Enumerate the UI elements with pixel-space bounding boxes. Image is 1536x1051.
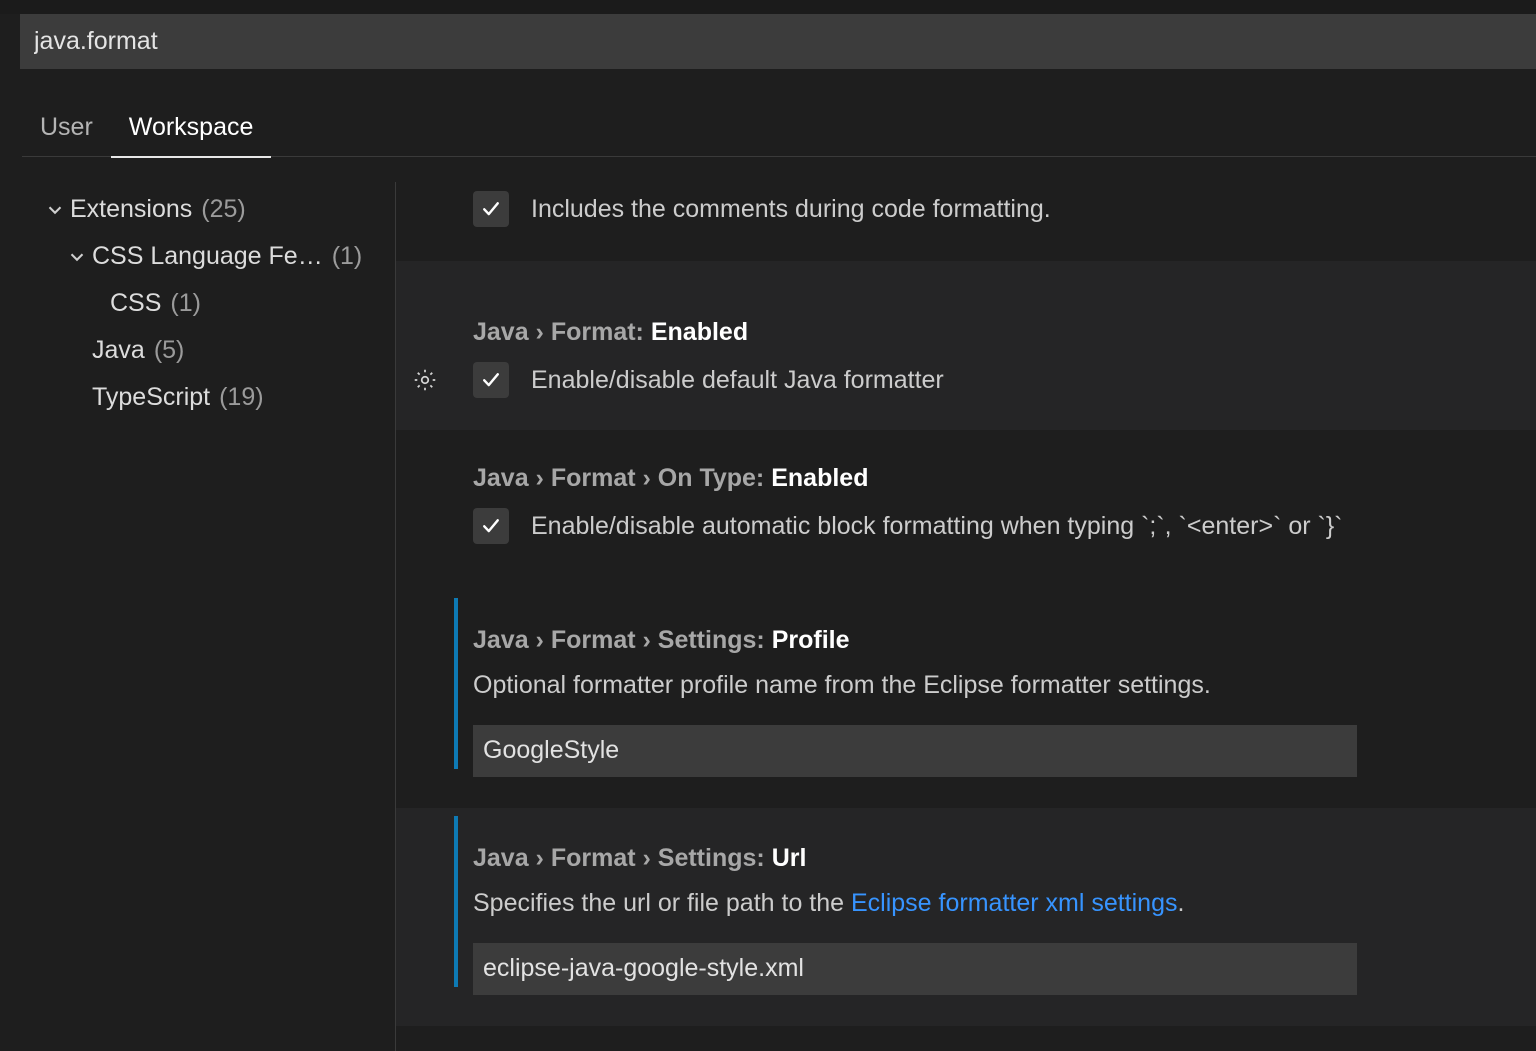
sidebar-item-count: (19)	[219, 383, 263, 412]
checkbox-java-format-enabled[interactable]	[473, 362, 509, 398]
setting-description: Optional formatter profile name from the…	[473, 671, 1536, 700]
sidebar-item-label: TypeScript	[92, 383, 210, 412]
settings-tabs: User Workspace	[0, 92, 1536, 160]
settings-list[interactable]: Includes the comments during code format…	[396, 182, 1536, 1051]
description-text-after: .	[1178, 889, 1185, 917]
setting-row[interactable]: Java › Format › Settings: Url Specifies …	[396, 808, 1536, 1026]
chevron-down-icon[interactable]	[62, 246, 92, 268]
setting-title: Java › Format: Enabled	[473, 320, 1536, 345]
sidebar-item-css[interactable]: CSS (1)	[0, 280, 394, 327]
setting-row[interactable]: Java › Format › On Type: Enabled Enable/…	[396, 430, 1536, 590]
setting-row[interactable]: Includes the comments during code format…	[396, 182, 1536, 253]
tab-workspace[interactable]: Workspace	[111, 113, 272, 158]
sidebar-item-label: Extensions	[70, 195, 192, 224]
chevron-down-icon[interactable]	[40, 199, 70, 221]
sidebar-item-count: (1)	[170, 289, 201, 318]
settings-editor: User Workspace Extensions (25) CSS Langu…	[0, 0, 1536, 1051]
checkbox-label: Includes the comments during code format…	[531, 195, 1051, 224]
checkbox-label: Enable/disable default Java formatter	[531, 366, 944, 395]
eclipse-formatter-settings-link[interactable]: Eclipse formatter xml settings	[851, 889, 1178, 917]
sidebar-item-label: CSS Language Fe…	[92, 242, 323, 271]
setting-row[interactable]: Java › Format › Settings: Profile Option…	[396, 590, 1536, 808]
setting-input-url[interactable]	[473, 943, 1357, 995]
setting-title-prefix: Java › Format › On Type:	[473, 464, 764, 492]
sidebar-item-typescript[interactable]: TypeScript (19)	[0, 374, 394, 421]
setting-input-profile[interactable]	[473, 725, 1357, 777]
setting-row[interactable]: Java › Format: Enabled Enable/disable de…	[396, 261, 1536, 430]
settings-toc-tree[interactable]: Extensions (25) CSS Language Fe… (1) CSS…	[0, 186, 394, 1051]
setting-title-prefix: Java › Format:	[473, 318, 644, 346]
checkbox-java-format-ontype-enabled[interactable]	[473, 508, 509, 544]
gear-icon[interactable]	[406, 361, 444, 399]
setting-description: Specifies the url or file path to the Ec…	[473, 889, 1536, 918]
sidebar-item-label: CSS	[110, 289, 161, 318]
sidebar-item-label: Java	[92, 336, 145, 365]
sidebar-item-extensions[interactable]: Extensions (25)	[0, 186, 394, 233]
checkbox-comments[interactable]	[473, 191, 509, 227]
setting-title: Java › Format › On Type: Enabled	[473, 466, 1536, 491]
sidebar-item-java[interactable]: Java (5)	[0, 327, 394, 374]
sidebar-item-count: (1)	[332, 242, 363, 271]
checkbox-label: Enable/disable automatic block formattin…	[531, 512, 1343, 541]
description-text-before: Specifies the url or file path to the	[473, 889, 851, 917]
setting-title-value: Enabled	[651, 318, 748, 346]
setting-title-value: Enabled	[771, 464, 868, 492]
tab-user[interactable]: User	[22, 113, 111, 158]
setting-title: Java › Format › Settings: Url	[473, 846, 1536, 871]
setting-title-prefix: Java › Format › Settings:	[473, 626, 765, 654]
sidebar-item-css-language-features[interactable]: CSS Language Fe… (1)	[0, 233, 394, 280]
setting-title-value: Profile	[772, 626, 850, 654]
settings-search-box[interactable]	[20, 14, 1536, 69]
sidebar-item-count: (5)	[154, 336, 185, 365]
setting-title-value: Url	[772, 844, 807, 872]
search-input[interactable]	[34, 27, 1522, 56]
sidebar-item-count: (25)	[201, 195, 245, 224]
setting-title: Java › Format › Settings: Profile	[473, 628, 1536, 653]
setting-title-prefix: Java › Format › Settings:	[473, 844, 765, 872]
window-top-strip	[0, 0, 1536, 14]
